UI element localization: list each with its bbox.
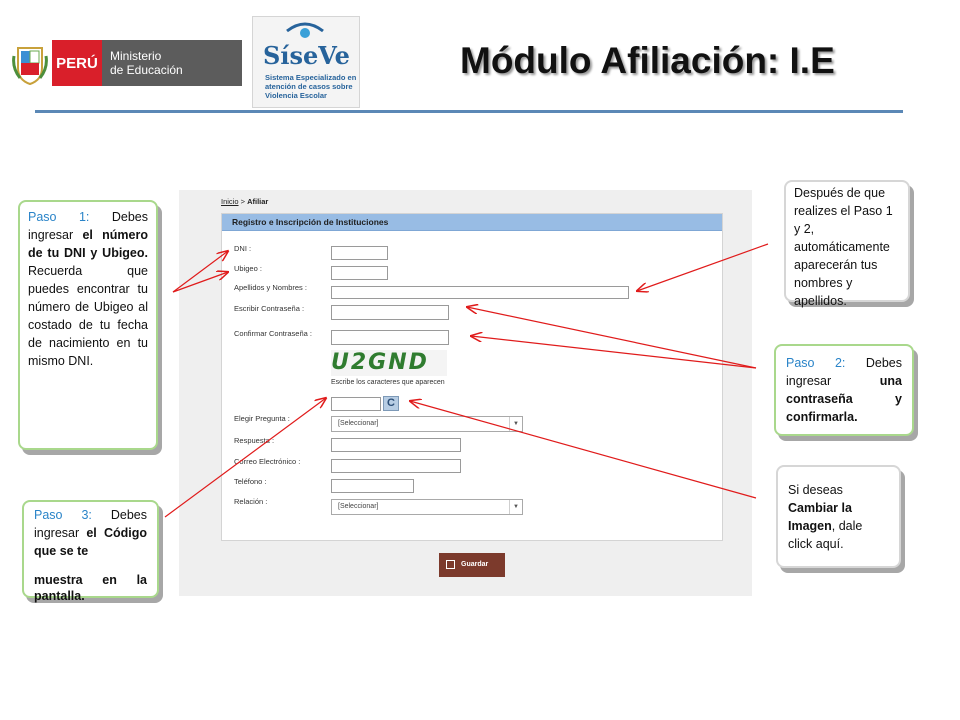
relation-select-value: [Seleccionar]	[338, 503, 379, 510]
peru-shield-icon	[12, 47, 48, 86]
siseve-tagline: Sistema Especializado en atención de cas…	[265, 73, 357, 100]
relation-select[interactable]: [Seleccionar] ▼	[331, 499, 523, 515]
step1-callout: Paso 1: Debes ingresar el número de tu D…	[18, 200, 158, 450]
save-button-label: Guardar	[461, 561, 489, 568]
eye-icon	[286, 22, 324, 38]
confirm-password-input[interactable]	[331, 330, 449, 345]
siseve-name: SíseVe	[263, 41, 350, 70]
dni-label: DNI :	[234, 244, 252, 253]
password-input[interactable]	[331, 305, 449, 320]
step1-label: Paso 1:	[28, 210, 90, 224]
dni-input[interactable]	[331, 246, 388, 260]
answer-input[interactable]	[331, 438, 461, 452]
names-callout-text: Después de que realizes el Paso 1 y 2, a…	[794, 186, 893, 308]
step2-label: Paso 2:	[786, 356, 846, 370]
step3-line2: muestra en la pantalla.	[34, 572, 147, 604]
breadcrumb: Inicio > Afiliar	[221, 197, 268, 206]
step3-callout: Paso 3: Debes ingresar el Código que se …	[22, 500, 159, 603]
page-title: Módulo Afiliación: I.E	[460, 40, 835, 81]
question-select[interactable]: [Seleccionar] ▼	[331, 416, 523, 432]
save-button[interactable]: Guardar	[439, 553, 505, 577]
names-label: Apellidos y Nombres :	[234, 283, 307, 292]
step3-line1: Paso 3: Debes ingresar el Código que se …	[34, 506, 147, 560]
save-icon	[446, 560, 455, 569]
phone-label: Teléfono :	[234, 477, 267, 486]
email-input[interactable]	[331, 459, 461, 473]
breadcrumb-home-link[interactable]: Inicio	[221, 197, 239, 206]
email-label: Correo Electrónico :	[234, 457, 301, 466]
chevron-down-icon: ▼	[509, 417, 522, 431]
ubigeo-input[interactable]	[331, 266, 388, 280]
ministry-label: Ministerio de Educación	[102, 40, 242, 86]
captcha-hint: Escribe los caracteres que aparecen	[331, 379, 445, 386]
peru-label: PERÚ	[52, 40, 102, 86]
phone-input[interactable]	[331, 479, 414, 493]
step3-label: Paso 3:	[34, 508, 92, 522]
step3-bold-2: muestra en la pantalla.	[34, 573, 147, 603]
image-text: Si deseas	[788, 483, 843, 497]
confirm-password-label: Confirmar Contraseña :	[234, 329, 312, 338]
header-divider	[35, 110, 903, 113]
captcha-input[interactable]	[331, 397, 381, 411]
siseve-logo: SíseVe Sistema Especializado en atención…	[252, 16, 360, 108]
question-label: Elegir Pregunta :	[234, 414, 290, 423]
relation-label: Relación :	[234, 497, 268, 506]
refresh-captcha-button[interactable]: C	[383, 396, 399, 411]
breadcrumb-current: Afiliar	[247, 197, 269, 206]
question-select-value: [Seleccionar]	[338, 420, 379, 427]
answer-label: Respuesta :	[234, 436, 275, 445]
names-field[interactable]	[331, 286, 629, 299]
change-image-callout: Si deseas Cambiar la Imagen, dale click …	[776, 465, 901, 568]
password-label: Escribir Contraseña :	[234, 304, 305, 313]
captcha-image: U2GND	[331, 350, 447, 376]
chevron-down-icon: ▼	[509, 500, 522, 514]
registration-form: Registro e Inscripción de Instituciones …	[221, 213, 723, 541]
form-heading: Registro e Inscripción de Instituciones	[222, 214, 722, 231]
names-callout: Después de que realizes el Paso 1 y 2, a…	[784, 180, 910, 308]
minedu-logo: PERÚ Ministerio de Educación	[6, 38, 242, 90]
step1-text-2: Recuerda que puedes encontrar tu número …	[28, 264, 148, 368]
step2-callout: Paso 2: Debes ingresar una contraseña y …	[774, 344, 914, 436]
ubigeo-label: Ubigeo :	[234, 264, 262, 273]
breadcrumb-separator: >	[238, 197, 248, 206]
